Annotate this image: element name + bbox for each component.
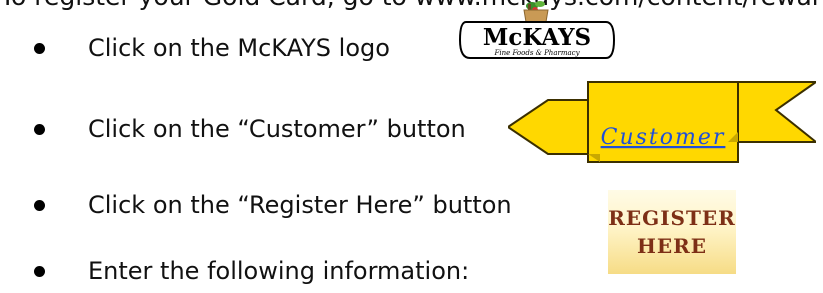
step-2-text: Click on the “Customer” button [88, 115, 466, 143]
register-button-line1: REGISTER [608, 206, 736, 230]
bullet [34, 124, 45, 135]
logo-brand: McKAYS [483, 24, 591, 51]
intro-text: To register your Gold Card, go to www.mc… [0, 0, 823, 11]
register-button-line2: HERE [636, 234, 707, 258]
bullet [34, 200, 45, 211]
mckays-logo[interactable]: McKAYS Fine Foods & Pharmacy [456, 0, 618, 60]
logo-tagline: Fine Foods & Pharmacy [493, 49, 580, 57]
grocery-bag-icon [523, 1, 549, 23]
bullet [34, 266, 45, 277]
step-1-text: Click on the McKAYS logo [88, 34, 390, 62]
customer-button[interactable]: Customer [506, 72, 820, 172]
register-here-button[interactable]: REGISTER HERE [608, 190, 736, 274]
step-3-text: Click on the “Register Here” button [88, 191, 512, 219]
step-4-text: Enter the following information: [88, 257, 470, 285]
customer-button-label: Customer [601, 125, 726, 150]
bullet [34, 43, 45, 54]
